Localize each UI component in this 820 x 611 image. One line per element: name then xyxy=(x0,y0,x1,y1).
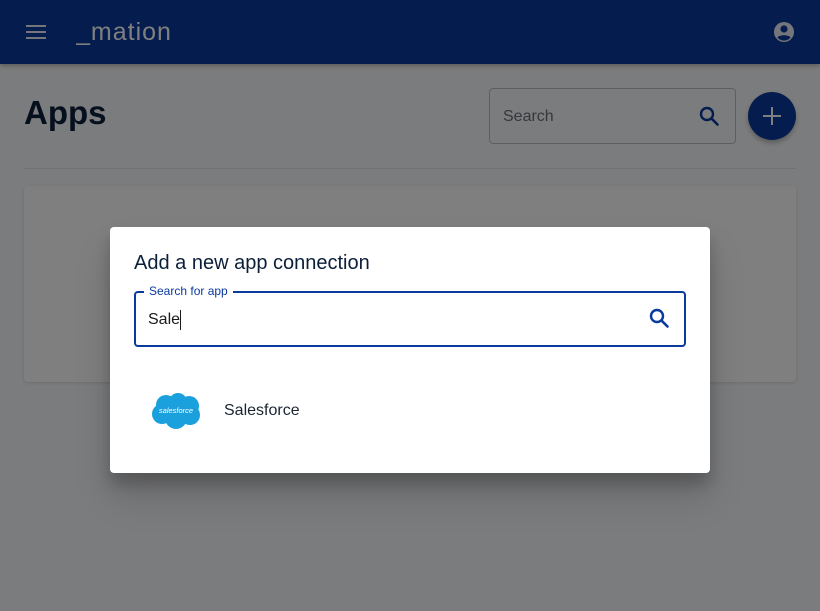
add-app-connection-dialog: Add a new app connection Search for app … xyxy=(110,227,710,473)
app-search-field[interactable]: Search for app xyxy=(134,284,686,347)
search-icon[interactable] xyxy=(648,307,670,329)
dialog-title: Add a new app connection xyxy=(134,252,370,274)
app-search-input[interactable] xyxy=(148,306,628,334)
salesforce-logo: salesforce xyxy=(152,393,200,429)
text-cursor xyxy=(180,310,181,330)
app-result-label: Salesforce xyxy=(224,402,300,419)
app-result-item[interactable]: salesforce Salesforce xyxy=(134,377,686,447)
app-search-label: Search for app xyxy=(144,284,233,298)
svg-text:salesforce: salesforce xyxy=(159,406,193,415)
